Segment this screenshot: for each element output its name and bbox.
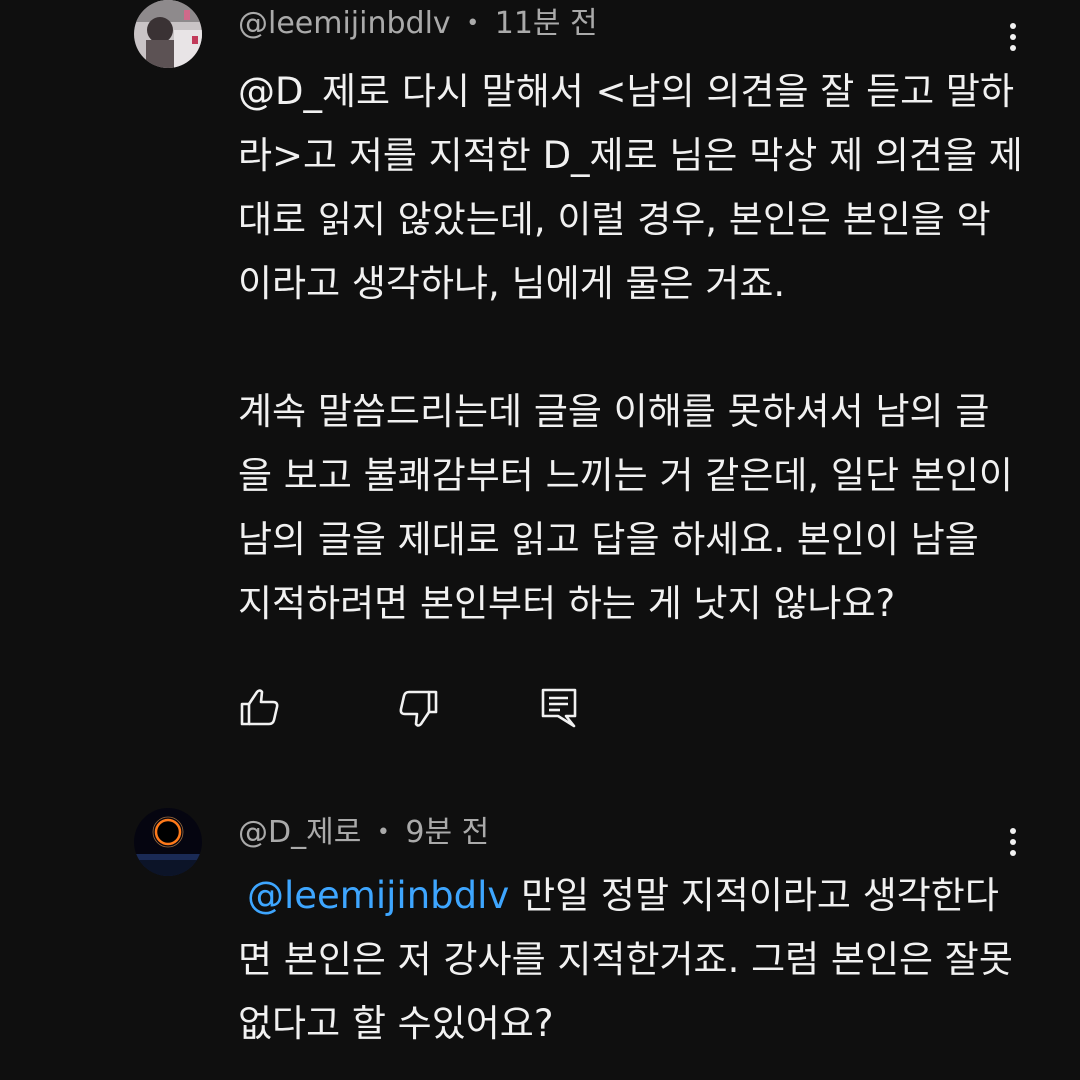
comment-text: @leemijinbdlv 만일 정말 지적이라고 생각한다 면 본인은 저 강… xyxy=(238,864,1038,1056)
comment-line: 없다고 할 수있어요? xyxy=(238,1002,554,1045)
more-vert-icon[interactable] xyxy=(996,820,1030,864)
comment-meta: @leemijinbdlv • 11분 전 xyxy=(238,6,598,42)
comment-line: 계속 말씀드리는데 글을 이해를 못하셔서 남의 글 xyxy=(238,390,990,433)
reply-button[interactable] xyxy=(538,686,582,730)
comment-line: 이라고 생각하냐, 님에게 물은 거죠. xyxy=(238,262,786,305)
comment-line: 남의 글을 제대로 읽고 답을 하세요. 본인이 남을 xyxy=(238,518,979,561)
author-name[interactable]: @leemijinbdlv xyxy=(238,6,451,41)
dislike-button[interactable] xyxy=(396,686,440,730)
comment-line: @leemijinbdlv 만일 정말 지적이라고 생각한다 xyxy=(238,864,1038,928)
meta-separator: • xyxy=(466,11,480,36)
comment-line: 대로 읽지 않았는데, 이럴 경우, 본인은 본인을 악 xyxy=(238,198,991,241)
like-button[interactable] xyxy=(238,686,282,730)
meta-separator: • xyxy=(376,820,390,845)
more-vert-icon[interactable] xyxy=(996,15,1030,59)
comment-line: 을 보고 불쾌감부터 느끼는 거 같은데, 일단 본인이 xyxy=(238,454,1013,497)
comment-line: 지적하려면 본인부터 하는 게 낫지 않나요? xyxy=(238,582,896,625)
avatar[interactable] xyxy=(134,0,202,68)
author-name[interactable]: @D_제로 xyxy=(238,815,361,850)
comment-time: 9분 전 xyxy=(405,815,490,850)
eclipse-photo-icon xyxy=(134,808,202,876)
avatar[interactable] xyxy=(134,808,202,876)
comment-line-text: 만일 정말 지적이라고 생각한다 xyxy=(521,874,999,917)
comment-text: @D_제로 다시 말해서 <남의 의견을 잘 듣고 말하 라>고 저를 지적한 … xyxy=(238,60,1038,636)
comment-time: 11분 전 xyxy=(494,6,598,41)
comment-line: 면 본인은 저 강사를 지적한거죠. 그럼 본인은 잘못 xyxy=(238,938,1013,981)
user-photo-icon xyxy=(134,0,202,68)
mention-link[interactable]: @leemijinbdlv xyxy=(247,874,509,917)
thumbs-down-icon xyxy=(399,690,438,727)
comment-reply-icon xyxy=(541,688,577,728)
comment-line: 라>고 저를 지적한 D_제로 님은 막상 제 의견을 제 xyxy=(238,134,1023,177)
comment-line: @D_제로 다시 말해서 <남의 의견을 잘 듣고 말하 xyxy=(238,70,1015,113)
thumbs-up-icon xyxy=(240,689,279,726)
comment-meta: @D_제로 • 9분 전 xyxy=(238,815,489,851)
